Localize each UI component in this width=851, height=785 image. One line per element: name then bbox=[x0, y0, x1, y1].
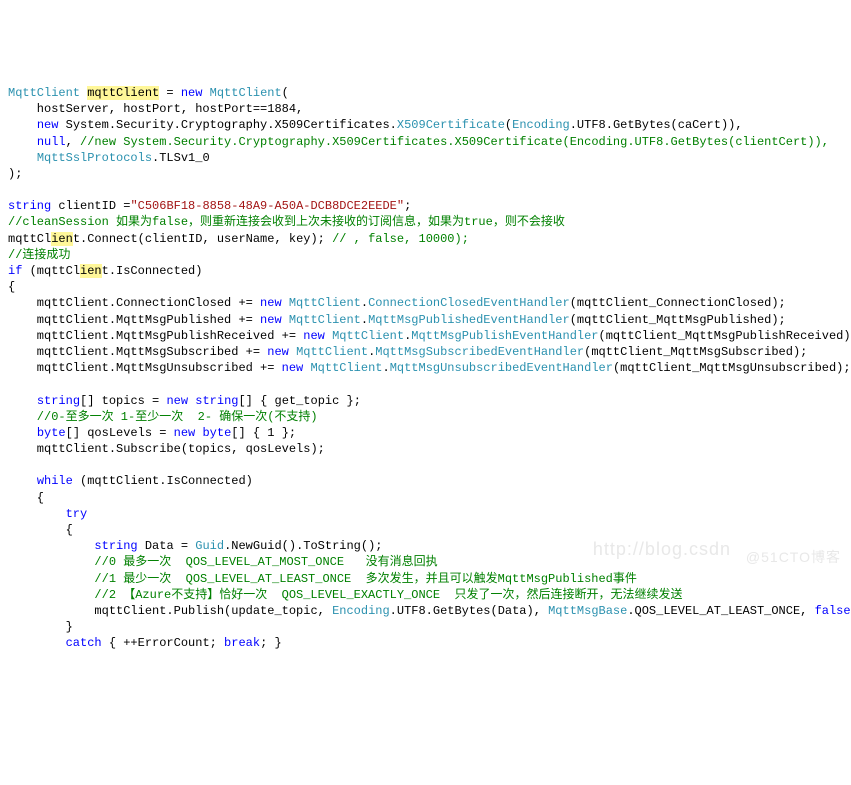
type-name: MqttClient bbox=[8, 86, 80, 100]
comment: //0 最多一次 QOS_LEVEL_AT_MOST_ONCE 没有消息回执 bbox=[8, 555, 438, 569]
comment: //连接成功 bbox=[8, 248, 70, 262]
comment: //0-至多一次 1-至少一次 2- 确保一次(不支持) bbox=[8, 410, 318, 424]
variable-highlight: mqttClient bbox=[87, 86, 159, 100]
comment: //1 最少一次 QOS_LEVEL_AT_LEAST_ONCE 多次发生，并且… bbox=[8, 572, 637, 586]
comment: //cleanSession 如果为false，则重新连接会收到上次未接收的订阅… bbox=[8, 215, 565, 229]
code-block: MqttClient mqttClient = new MqttClient( … bbox=[8, 69, 843, 652]
comment: //2 【Azure不支持】恰好一次 QOS_LEVEL_EXACTLY_ONC… bbox=[8, 588, 682, 602]
comment: //new System.Security.Cryptography.X509C… bbox=[80, 135, 829, 149]
code-line: mqttClient.Subscribe(topics, qosLevels); bbox=[8, 442, 325, 456]
code-line: ); bbox=[8, 167, 22, 181]
string-literal: "C506BF18-8858-48A9-A50A-DCB8DCE2EEDE" bbox=[130, 199, 404, 213]
code-line: hostServer, hostPort, hostPort==1884, bbox=[8, 102, 303, 116]
